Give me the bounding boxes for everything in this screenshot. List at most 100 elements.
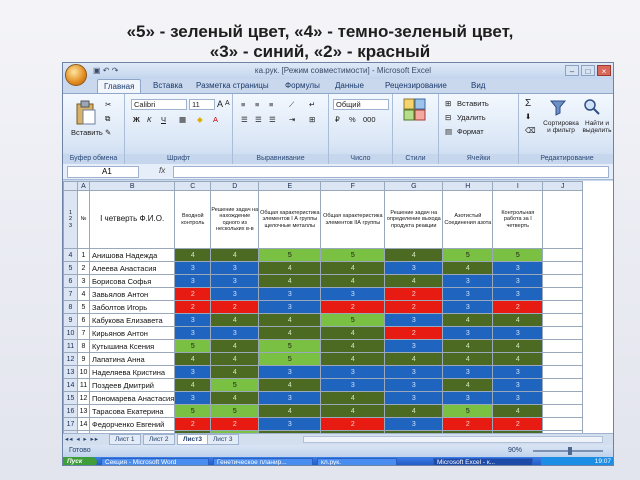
orientation-icon[interactable]: ⟋ [289,100,294,110]
student-name[interactable]: Тарасова Екатерина [88,404,176,418]
grade-cell[interactable]: 3 [174,326,212,340]
empty-cell[interactable] [542,248,584,262]
grade-cell[interactable]: 4 [320,274,386,288]
clear-icon[interactable]: ⌫ [525,126,536,135]
student-name[interactable]: Кирьянов Антон [88,326,176,340]
underline-button[interactable]: Ч [161,115,166,124]
grade-cell[interactable]: 5 [258,248,322,262]
sort-filter-icon[interactable] [549,98,567,116]
grade-cell[interactable]: 4 [492,339,544,353]
insert-cells-button[interactable]: Вставить [457,99,489,108]
grade-cell[interactable]: 3 [492,287,544,301]
empty-cell[interactable] [542,274,584,288]
font-color-icon[interactable]: A [213,115,218,124]
grade-cell[interactable]: 3 [442,365,494,379]
grade-cell[interactable]: 4 [210,313,260,327]
grade-cell[interactable]: 3 [384,339,444,353]
fill-icon[interactable]: ⬇ [525,112,531,121]
student-number[interactable]: 13 [77,404,90,418]
italic-button[interactable]: К [147,115,151,124]
student-name[interactable]: Наделяева Кристина [88,365,176,379]
column-header-b[interactable]: B [88,181,176,191]
row-header[interactable]: 11 [63,339,78,353]
student-name[interactable]: Завьялов Антон [88,287,176,301]
empty-cell[interactable] [542,287,584,301]
grade-cell[interactable]: 4 [384,274,444,288]
grade-cell[interactable]: 3 [492,326,544,340]
student-number[interactable]: 3 [77,274,90,288]
paste-icon[interactable] [75,100,97,126]
column-header-c[interactable]: C [174,181,212,191]
grade-cell[interactable]: 4 [384,352,444,366]
row-header[interactable]: 13 [63,365,78,379]
column-header-d[interactable]: D [210,181,260,191]
student-number[interactable]: 12 [77,391,90,405]
find-select-button[interactable]: Найти и выделить [581,120,613,134]
grade-cell[interactable]: 4 [442,352,494,366]
select-all-corner[interactable] [63,181,78,191]
align-right-icon[interactable]: ☰ [269,115,276,124]
merge-icon[interactable]: ⊞ [309,115,315,124]
sheet-nav-arrows[interactable]: ◂◂ ◂ ▸ ▸▸ [65,435,99,443]
grade-cell[interactable]: 4 [210,248,260,262]
student-number[interactable]: 11 [77,378,90,392]
grade-cell[interactable]: 4 [320,339,386,353]
align-bottom-icon[interactable]: ≡ [269,100,273,109]
bold-button[interactable]: Ж [133,115,140,124]
grade-cell[interactable]: 3 [442,326,494,340]
row-header[interactable]: 14 [63,378,78,392]
formula-input[interactable] [173,166,609,178]
wrap-text-icon[interactable]: ↵ [309,100,315,109]
row-header[interactable]: 8 [63,300,78,314]
grade-cell[interactable]: 4 [492,404,544,418]
header-col-j[interactable] [542,190,584,249]
tab-review[interactable]: Рецензирование [385,81,447,90]
paste-button[interactable]: Вставить [71,128,103,137]
tab-home[interactable]: Главная [97,79,142,93]
maximize-button[interactable]: □ [581,65,595,76]
align-middle-icon[interactable]: ≡ [255,100,259,109]
grade-cell[interactable]: 4 [210,352,260,366]
grade-cell[interactable]: 4 [258,378,322,392]
grade-cell[interactable]: 3 [492,274,544,288]
header-num[interactable]: № [77,190,90,249]
grade-cell[interactable]: 3 [384,391,444,405]
name-box[interactable]: A1 [67,166,139,178]
grade-cell[interactable]: 3 [320,287,386,301]
row-header[interactable]: 15 [63,391,78,405]
grade-cell[interactable]: 2 [320,300,386,314]
grade-cell[interactable]: 3 [384,261,444,275]
format-cells-button[interactable]: Формат [457,127,484,136]
grade-cell[interactable]: 2 [384,287,444,301]
grade-cell[interactable]: 5 [210,378,260,392]
sheet-tab-4[interactable]: Лист 3 [207,434,239,445]
grade-cell[interactable]: 4 [320,326,386,340]
column-header-a[interactable]: A [77,181,90,191]
grade-cell[interactable]: 3 [442,287,494,301]
insert-cells-icon[interactable]: ⊞ [445,99,451,108]
grade-cell[interactable]: 3 [210,326,260,340]
grade-cell[interactable]: 3 [320,365,386,379]
grade-cell[interactable]: 2 [210,417,260,431]
header-col-e[interactable]: Общая характеристика элементов I А групп… [258,190,322,249]
row-header[interactable]: 5 [63,261,78,275]
student-name[interactable]: Алеева Анастасия [88,261,176,275]
student-name[interactable]: Кутышина Ксения [88,339,176,353]
grade-cell[interactable]: 4 [174,248,212,262]
grade-cell[interactable]: 4 [210,391,260,405]
column-header-h[interactable]: H [442,181,494,191]
grade-cell[interactable]: 3 [492,391,544,405]
student-name[interactable]: Лапатина Анна [88,352,176,366]
taskbar-item-plan[interactable]: Генетическое планир... [213,458,313,465]
grade-cell[interactable]: 5 [258,339,322,353]
column-header-j[interactable]: J [542,181,584,191]
student-number[interactable]: 5 [77,300,90,314]
grade-cell[interactable]: 5 [174,404,212,418]
row-header-1-3[interactable]: 123 [63,190,78,249]
grade-cell[interactable]: 4 [258,274,322,288]
tab-insert[interactable]: Вставка [153,81,183,90]
zoom-level[interactable]: 90% [508,445,522,457]
grade-cell[interactable]: 3 [442,391,494,405]
grade-cell[interactable]: 2 [442,417,494,431]
grade-cell[interactable]: 5 [258,352,322,366]
